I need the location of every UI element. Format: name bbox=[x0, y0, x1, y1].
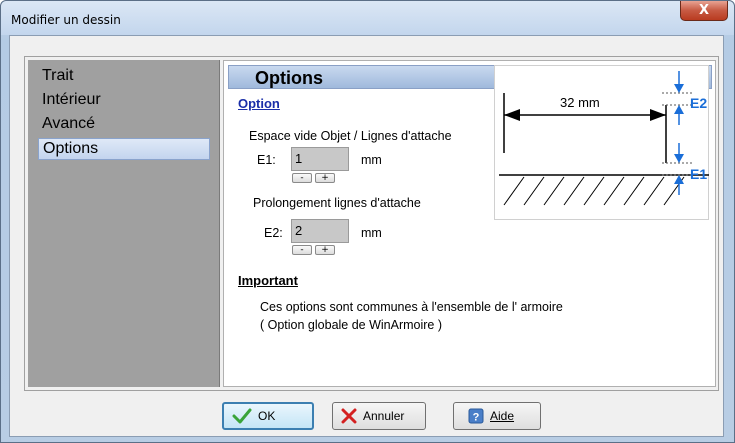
window-title: Modifier un dessin bbox=[11, 13, 121, 27]
option-heading: Option bbox=[238, 96, 280, 111]
e2-label: E2: bbox=[264, 226, 283, 240]
e1-input[interactable]: 1 bbox=[291, 147, 349, 171]
content-frame: Trait Intérieur Avancé Options Options O… bbox=[24, 56, 719, 391]
cancel-label: Annuler bbox=[363, 409, 405, 423]
close-button[interactable]: X bbox=[680, 1, 728, 21]
important-heading: Important bbox=[238, 273, 298, 288]
e1-diagram-label: E1 bbox=[690, 166, 707, 182]
ok-button[interactable]: OK bbox=[222, 402, 314, 430]
note-line-2: ( Option globale de WinArmoire ) bbox=[260, 318, 443, 332]
dimension-diagram: 32 mm E2 E1 bbox=[494, 65, 709, 220]
e2-increment-button[interactable]: + bbox=[315, 245, 335, 255]
e2-diagram-label: E2 bbox=[690, 95, 707, 111]
client-area: Trait Intérieur Avancé Options Options O… bbox=[9, 35, 724, 437]
e2-input[interactable]: 2 bbox=[291, 219, 349, 243]
dialog-window: Modifier un dessin X Trait Intérieur Ava… bbox=[0, 0, 735, 443]
close-icon: X bbox=[698, 3, 710, 18]
note-line-1: Ces options sont communes à l'ensemble d… bbox=[260, 300, 563, 314]
help-icon: ? bbox=[468, 408, 484, 424]
dimension-label: 32 mm bbox=[560, 95, 600, 110]
category-list: Trait Intérieur Avancé Options bbox=[28, 60, 220, 387]
help-label: Aide bbox=[490, 409, 515, 423]
e1-unit: mm bbox=[361, 153, 382, 167]
e2-decrement-button[interactable]: - bbox=[292, 245, 312, 255]
e1-increment-button[interactable]: + bbox=[315, 173, 335, 183]
nav-item-avance[interactable]: Avancé bbox=[38, 113, 210, 135]
ok-label: OK bbox=[258, 409, 276, 423]
cancel-button[interactable]: Annuler bbox=[332, 402, 426, 430]
nav-item-options[interactable]: Options bbox=[38, 138, 210, 160]
nav-item-trait[interactable]: Trait bbox=[38, 65, 210, 87]
cancel-x-icon bbox=[341, 408, 357, 424]
dimension-diagram-svg: 32 mm E2 E1 bbox=[494, 65, 709, 220]
title-bar[interactable]: Modifier un dessin X bbox=[1, 1, 734, 35]
svg-text:?: ? bbox=[473, 412, 480, 424]
e1-caption: Espace vide Objet / Lignes d'attache bbox=[249, 129, 452, 143]
e1-label: E1: bbox=[257, 153, 276, 167]
nav-item-interieur[interactable]: Intérieur bbox=[38, 89, 210, 111]
e2-caption: Prolongement lignes d'attache bbox=[253, 196, 421, 210]
checkmark-icon bbox=[232, 408, 252, 424]
panel-title: Options bbox=[255, 68, 323, 88]
options-panel: Options Option Espace vide Objet / Ligne… bbox=[223, 60, 716, 387]
e1-decrement-button[interactable]: - bbox=[292, 173, 312, 183]
help-button[interactable]: ? Aide bbox=[453, 402, 541, 430]
e2-unit: mm bbox=[361, 226, 382, 240]
